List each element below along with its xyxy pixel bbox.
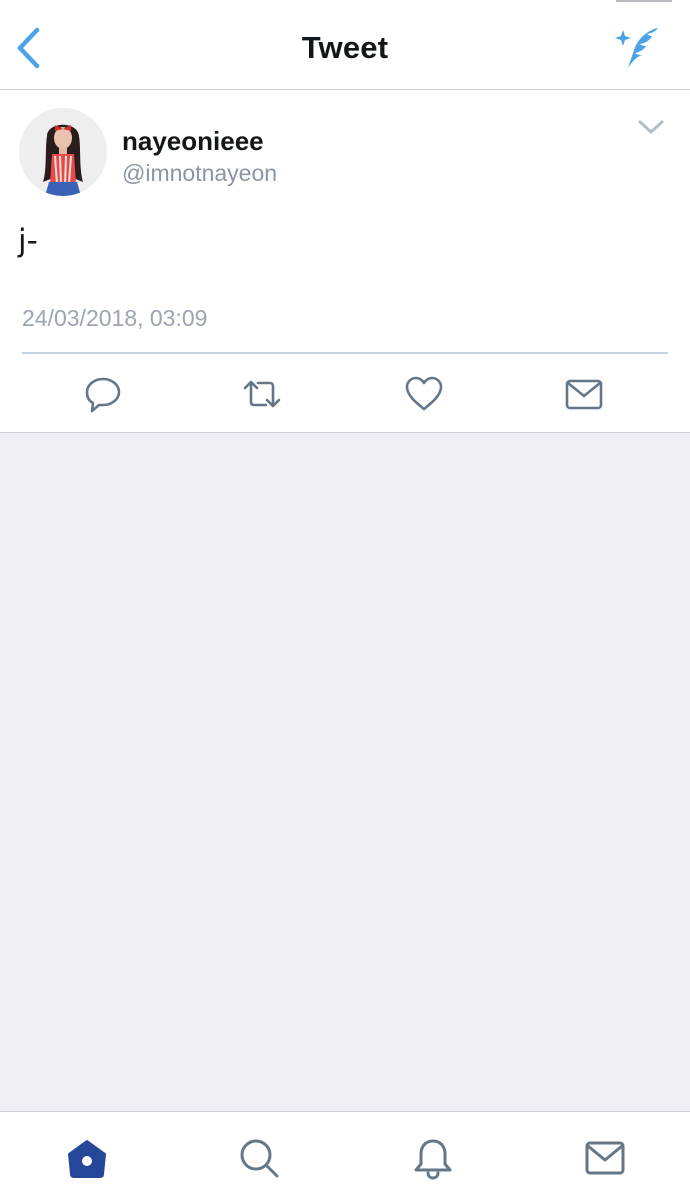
reply-button[interactable] xyxy=(83,374,123,414)
status-bar-edge xyxy=(616,0,672,2)
tweet-timestamp: 24/03/2018, 03:09 xyxy=(22,305,208,331)
divider xyxy=(22,352,668,354)
tab-search[interactable] xyxy=(237,1136,281,1180)
envelope-icon xyxy=(585,1141,625,1175)
avatar[interactable] xyxy=(19,108,107,196)
tab-home[interactable] xyxy=(65,1136,109,1180)
reply-icon xyxy=(85,377,121,413)
home-icon xyxy=(68,1140,106,1178)
tweet-card: nayeonieee @imnotnayeon j- 24/03/2018, 0… xyxy=(0,90,690,433)
envelope-icon xyxy=(565,379,603,410)
tab-messages[interactable] xyxy=(583,1136,627,1180)
tweet-text: j- xyxy=(18,223,38,259)
avatar-photo xyxy=(19,108,107,196)
direct-message-button[interactable] xyxy=(564,374,604,414)
bell-icon xyxy=(414,1139,452,1180)
search-icon xyxy=(240,1139,279,1178)
tweet-detail-screen: Tweet nayeonieee @imnotnayeon j- 24/03/2… xyxy=(0,0,690,1200)
like-button[interactable] xyxy=(404,374,444,414)
heart-icon xyxy=(405,376,443,411)
compose-tweet-button[interactable] xyxy=(614,24,664,70)
page-title: Tweet xyxy=(301,30,389,65)
user-handle: @imnotnayeon xyxy=(122,160,278,186)
navigation-bar: Tweet xyxy=(0,0,690,90)
retweet-button[interactable] xyxy=(242,374,282,414)
chevron-down-icon xyxy=(638,120,664,134)
tab-bar xyxy=(0,1111,690,1200)
tab-notifications[interactable] xyxy=(411,1136,455,1180)
display-name[interactable]: nayeonieee xyxy=(122,126,264,157)
empty-content-area xyxy=(0,433,690,1111)
more-options-button[interactable] xyxy=(636,116,666,138)
sparkle-feather-icon xyxy=(615,28,658,68)
retweet-icon xyxy=(243,380,281,408)
